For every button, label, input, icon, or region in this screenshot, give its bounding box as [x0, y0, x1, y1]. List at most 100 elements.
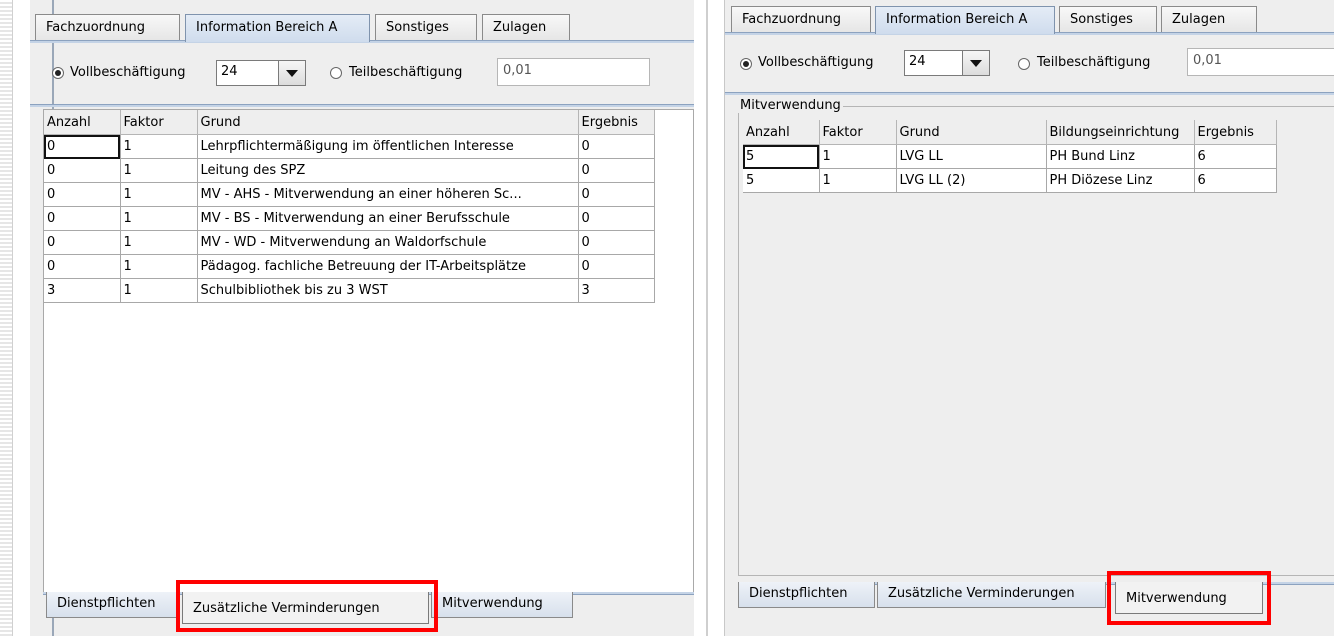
mitverwendung-group: Mitverwendung Anzahl Faktor Grund Bildungse…: [738, 98, 1334, 576]
table-row[interactable]: 0 1 Lehrpflichtermäßigung im öffentlichen …: [44, 134, 655, 159]
table-cell[interactable]: 6: [1194, 168, 1277, 193]
combo-value: 24: [221, 64, 238, 79]
radio-vollbeschaeftigung[interactable]: [52, 67, 64, 79]
tab-zulagen[interactable]: Zulagen: [1161, 6, 1257, 32]
table-cell[interactable]: MV - WD - Mitverwendung an Waldorfschule: [197, 230, 579, 255]
tab-dienstpflichten[interactable]: Dienstpflichten: [738, 582, 875, 608]
table-cell[interactable]: 0: [578, 206, 655, 231]
table-cell[interactable]: 1: [120, 134, 198, 159]
tab-zusaetzliche-verminderungen[interactable]: Zusätzliche Verminderungen: [182, 592, 429, 624]
table-row[interactable]: 0 1 MV - WD - Mitverwendung an Waldorfschu…: [44, 230, 655, 255]
table-cell[interactable]: 1: [819, 144, 897, 169]
vollbeschaeftigung-label: Vollbeschäftigung: [70, 65, 186, 80]
table-cell[interactable]: 0: [44, 254, 121, 279]
table-cell[interactable]: 3: [44, 278, 121, 303]
table-cell[interactable]: 1: [120, 206, 198, 231]
column-header[interactable]: Faktor: [120, 110, 198, 135]
table-row[interactable]: 5 1 LVG LL PH Bund Linz 6: [743, 144, 1277, 169]
radio-teilbeschaeftigung[interactable]: [1018, 58, 1030, 70]
table-cell[interactable]: 5: [743, 168, 820, 193]
teilbeschaeftigung-label: Teilbeschäftigung: [349, 65, 463, 80]
table-cell[interactable]: MV - AHS - Mitverwendung an einer höhere…: [197, 182, 579, 207]
table-cell[interactable]: PH Diözese Linz: [1046, 168, 1195, 193]
table-cell[interactable]: 1: [120, 230, 198, 255]
table-row[interactable]: 0 1 MV - BS - Mitverwendung an einer Beruf…: [44, 206, 655, 231]
radio-teilbeschaeftigung[interactable]: [330, 67, 342, 79]
table-cell[interactable]: 3: [578, 278, 655, 303]
table-cell[interactable]: 0: [578, 254, 655, 279]
table-cell[interactable]: Leitung des SPZ: [197, 158, 579, 183]
column-header[interactable]: Faktor: [819, 120, 897, 145]
table-cell[interactable]: 0: [578, 134, 655, 159]
verminderungen-table-area: Anzahl Faktor Grund Ergebnis 0 1 Lehrpflichte…: [43, 109, 694, 593]
column-header[interactable]: Anzahl: [743, 120, 820, 145]
right-panel: Fachzuordnung Information Bereich A Sons…: [724, 0, 1334, 636]
table-cell[interactable]: 0: [44, 134, 121, 159]
top-tabbar-right: Fachzuordnung Information Bereich A Sons…: [725, 6, 1334, 34]
radio-vollbeschaeftigung[interactable]: [740, 58, 752, 70]
chevron-down-icon[interactable]: [962, 51, 989, 75]
teilbeschaeftigung-label: Teilbeschäftigung: [1037, 55, 1151, 70]
table-cell[interactable]: 0: [44, 206, 121, 231]
teilbeschaeftigung-input[interactable]: 0,01: [497, 58, 650, 86]
column-header[interactable]: Ergebnis: [578, 110, 655, 135]
table-cell[interactable]: 0: [44, 158, 121, 183]
table-cell[interactable]: Schulbibliothek bis zu 3 WST: [197, 278, 579, 303]
tab-sonstiges[interactable]: Sonstiges: [375, 14, 477, 40]
table-cell[interactable]: Pädagog. fachliche Betreuung der IT-Arbe…: [197, 254, 579, 279]
bottom-tabbar-right: Dienstpflichten Zusätzliche Verminderung…: [725, 582, 1334, 614]
combo-value: 24: [909, 54, 926, 69]
table-cell[interactable]: 1: [120, 278, 198, 303]
tab-dienstpflichten[interactable]: Dienstpflichten: [46, 592, 180, 618]
table-cell[interactable]: 1: [120, 158, 198, 183]
tab-information-bereich-a[interactable]: Information Bereich A: [875, 6, 1055, 34]
chevron-down-icon[interactable]: [278, 61, 305, 85]
table-cell[interactable]: 0: [44, 182, 121, 207]
vollbeschaeftigung-label: Vollbeschäftigung: [758, 55, 874, 70]
mitverwendung-group-title: Mitverwendung: [738, 98, 843, 113]
tab-information-bereich-a[interactable]: Information Bereich A: [185, 14, 370, 42]
table-cell[interactable]: 1: [819, 168, 897, 193]
table-row[interactable]: 0 1 Pädagog. fachliche Betreuung der IT-Ar…: [44, 254, 655, 279]
tab-mitverwendung[interactable]: Mitverwendung: [431, 592, 573, 618]
tab-zulagen[interactable]: Zulagen: [482, 14, 570, 40]
table-cell[interactable]: 6: [1194, 144, 1277, 169]
tab-zusaetzliche-verminderungen[interactable]: Zusätzliche Verminderungen: [877, 582, 1106, 608]
table-cell[interactable]: MV - BS - Mitverwendung an einer Berufss…: [197, 206, 579, 231]
column-header[interactable]: Grund: [896, 120, 1047, 145]
verminderungen-table: Anzahl Faktor Grund Ergebnis 0 1 Lehrpflichte…: [44, 110, 655, 303]
section-line: [725, 92, 1334, 95]
column-header[interactable]: Grund: [197, 110, 579, 135]
column-header[interactable]: Anzahl: [44, 110, 121, 135]
table-row[interactable]: 3 1 Schulbibliothek bis zu 3 WST 3: [44, 278, 655, 303]
window-resize-grip[interactable]: [0, 0, 13, 636]
tab-fachzuordnung[interactable]: Fachzuordnung: [35, 14, 180, 40]
column-header[interactable]: Ergebnis: [1194, 120, 1277, 145]
panel-separator: [694, 0, 711, 636]
table-cell[interactable]: LVG LL (2): [896, 168, 1047, 193]
table-cell[interactable]: 1: [120, 254, 198, 279]
tab-sonstiges[interactable]: Sonstiges: [1059, 6, 1157, 32]
section-line: [30, 104, 694, 107]
table-cell[interactable]: 0: [44, 230, 121, 255]
table-row[interactable]: 0 1 Leitung des SPZ 0: [44, 158, 655, 183]
tab-fachzuordnung[interactable]: Fachzuordnung: [731, 6, 871, 32]
mitverwendung-table: Anzahl Faktor Grund Bildungseinrichtung Erge…: [743, 120, 1277, 193]
table-cell[interactable]: 5: [743, 144, 820, 169]
table-cell[interactable]: 0: [578, 182, 655, 207]
table-cell[interactable]: PH Bund Linz: [1046, 144, 1195, 169]
left-panel: Fachzuordnung Information Bereich A Sons…: [30, 0, 694, 636]
wochenstunden-combo[interactable]: 24: [904, 50, 990, 76]
table-cell[interactable]: 1: [120, 182, 198, 207]
table-cell[interactable]: Lehrpflichtermäßigung im öffentlichen In…: [197, 134, 579, 159]
tab-mitverwendung[interactable]: Mitverwendung: [1115, 582, 1263, 614]
top-tabbar-left: Fachzuordnung Information Bereich A Sons…: [30, 14, 694, 42]
table-cell[interactable]: LVG LL: [896, 144, 1047, 169]
table-row[interactable]: 0 1 MV - AHS - Mitverwendung an einer höhe…: [44, 182, 655, 207]
teilbeschaeftigung-input[interactable]: 0,01: [1187, 48, 1334, 76]
column-header[interactable]: Bildungseinrichtung: [1046, 120, 1195, 145]
wochenstunden-combo[interactable]: 24: [216, 60, 306, 86]
table-cell[interactable]: 0: [578, 230, 655, 255]
table-cell[interactable]: 0: [578, 158, 655, 183]
table-row[interactable]: 5 1 LVG LL (2) PH Diözese Linz 6: [743, 168, 1277, 193]
